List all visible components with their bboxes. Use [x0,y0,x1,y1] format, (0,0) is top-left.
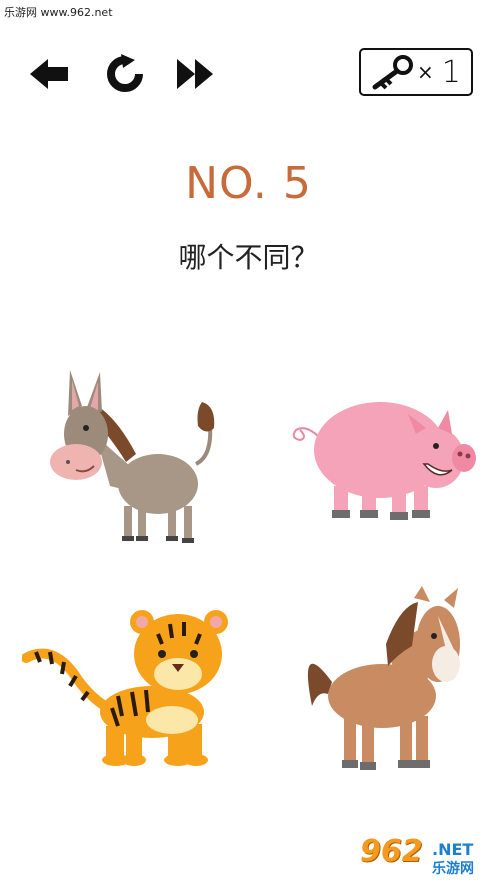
site-watermark: 乐游网 www.962.net [4,6,113,19]
key-multiplier: × [417,60,434,84]
animal-pig[interactable] [288,394,480,526]
level-title: NO. 5 [185,158,312,209]
question-text: 哪个不同？ [178,241,319,274]
animal-horse[interactable] [288,586,468,776]
logo-domain: .NET [432,840,474,859]
animal-donkey[interactable] [46,366,226,550]
fast-forward-icon [177,59,213,89]
animal-tiger[interactable] [21,604,238,772]
logo-number: 962 [360,834,423,869]
donkey-icon [50,370,215,543]
tiger-icon [21,610,228,766]
restart-button[interactable] [102,54,148,94]
site-logo: 962 .NET 乐游网 [360,834,492,878]
logo-cn-text: 乐游网 [432,861,474,877]
back-arrow-icon [30,59,68,89]
back-button[interactable] [26,54,72,94]
key-icon [372,55,413,90]
pig-icon [292,402,476,520]
key-count: 1 [441,54,461,90]
key-counter[interactable]: × 1 [359,48,473,96]
skip-button[interactable] [172,54,218,94]
horse-icon [307,586,460,770]
top-toolbar: × 1 [0,48,497,98]
restart-icon [107,54,143,92]
